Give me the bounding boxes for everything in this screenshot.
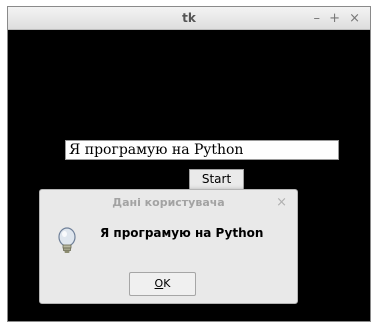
dialog-title: Дані користувача	[112, 196, 225, 209]
start-button[interactable]: Start	[189, 169, 244, 190]
text-entry[interactable]: Я програмую на Python	[65, 140, 339, 160]
dialog-close-button[interactable]: ×	[276, 190, 287, 215]
ok-label: K	[163, 277, 171, 290]
close-button[interactable]: ×	[349, 7, 360, 30]
app-window: tk – + × Я програмую на Python Start Дан…	[7, 6, 371, 322]
window-titlebar[interactable]: tk – + ×	[8, 7, 370, 30]
ok-button[interactable]: OK	[129, 272, 196, 296]
lightbulb-icon	[58, 227, 76, 253]
ok-mnemonic: O	[154, 277, 164, 290]
maximize-button[interactable]: +	[329, 7, 340, 30]
message-dialog: Дані користувача × Я програмую на Python…	[39, 189, 298, 304]
dialog-message: Я програмую на Python	[100, 226, 264, 240]
minimize-button[interactable]: –	[314, 7, 321, 30]
